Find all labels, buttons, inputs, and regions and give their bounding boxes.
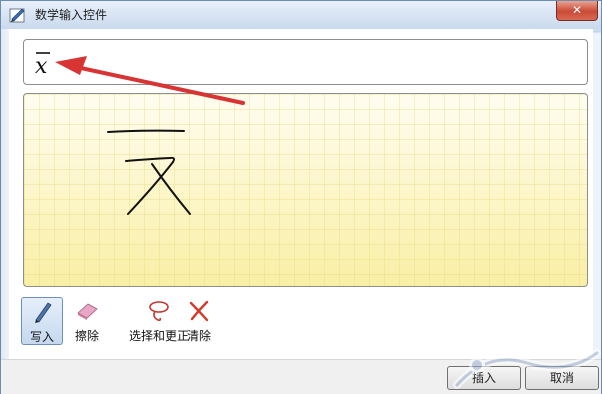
lasso-icon xyxy=(149,301,169,322)
preview-variable: x xyxy=(35,54,48,79)
write-tool-button[interactable]: 写入 xyxy=(21,297,63,345)
writing-area[interactable] xyxy=(23,93,588,287)
close-icon: ✕ xyxy=(571,3,583,17)
clear-x-icon xyxy=(189,300,209,322)
pen-icon xyxy=(35,302,52,323)
dialog-footer: 插入 取消 xyxy=(1,359,601,394)
write-tool-label: 写入 xyxy=(29,330,54,344)
erase-tool-label: 擦除 xyxy=(74,329,99,343)
preview-expression: x xyxy=(35,52,50,79)
cancel-button[interactable]: 取消 xyxy=(525,366,599,390)
window-title: 数学输入控件 xyxy=(35,8,108,22)
math-input-window: 数学输入控件 ✕ x 写入 擦除 选择和更正 清除 插入 取消 xyxy=(0,0,602,394)
erase-tool-button[interactable]: 擦除 xyxy=(67,297,107,343)
handwriting-ink xyxy=(107,129,191,215)
preview-area[interactable]: x xyxy=(23,39,588,85)
math-input-app-icon xyxy=(9,8,25,23)
tool-bar: 写入 擦除 选择和更正 清除 xyxy=(9,297,593,347)
close-button[interactable]: ✕ xyxy=(556,1,598,21)
window-border xyxy=(1,29,9,359)
title-bar[interactable]: 数学输入控件 ✕ xyxy=(1,1,601,29)
clear-tool-label: 清除 xyxy=(186,329,211,343)
insert-button[interactable]: 插入 xyxy=(447,366,521,390)
clear-tool-button[interactable]: 清除 xyxy=(179,297,219,343)
eraser-icon xyxy=(77,303,98,320)
